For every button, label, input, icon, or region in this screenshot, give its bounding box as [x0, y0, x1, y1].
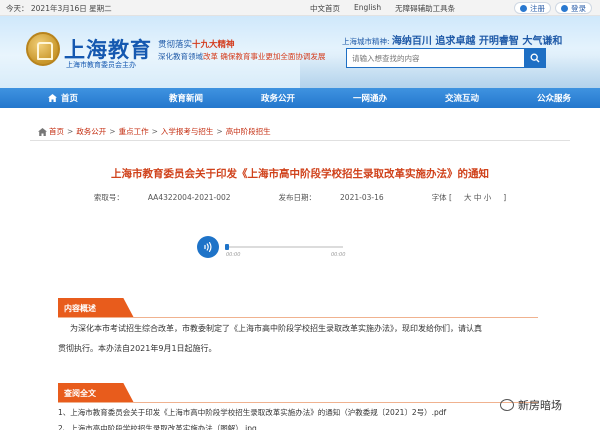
chinese-home-link[interactable]: 中文首页: [310, 3, 340, 14]
accessibility-toolbar-link[interactable]: 无障碍辅助工具条: [395, 3, 455, 14]
nav-item-government-affairs[interactable]: 政务公开: [232, 88, 324, 108]
publish-date-value: 2021-03-16: [340, 193, 384, 202]
breadcrumb-separator: >: [216, 127, 223, 136]
font-size-close: ]: [503, 193, 507, 202]
watermark-text: 新房暗场: [518, 399, 562, 412]
font-size-small[interactable]: 小: [484, 193, 492, 202]
slogan-primary-highlight: 十九大精神: [192, 40, 235, 50]
font-size-large[interactable]: 大: [464, 193, 472, 202]
breadcrumb-high-school-admissions[interactable]: 高中阶段招生: [226, 126, 271, 137]
slogan-primary-text: 贯彻落实: [158, 40, 193, 50]
nav-item-home[interactable]: 首页: [0, 88, 140, 108]
register-button[interactable]: 注册: [514, 2, 551, 14]
attachment-list: 1、上海市教育委员会关于印发《上海市高中阶段学校招生录取改革实施办法》的通知（沪…: [58, 405, 558, 430]
english-link[interactable]: English: [354, 3, 381, 14]
breadcrumb-home[interactable]: 首页: [49, 126, 64, 137]
city-spirit-motto: 上海城市精神: 海纳百川 追求卓越 开明睿智 大气谦和: [342, 32, 562, 47]
nav-item-interaction[interactable]: 交流互动: [416, 88, 508, 108]
audio-player: 00:00 00:00: [197, 236, 349, 258]
nav-item-home-label: 首页: [61, 94, 79, 104]
home-icon: [38, 127, 47, 136]
font-size-label: 字体 [: [431, 193, 452, 202]
audio-play-button[interactable]: [197, 236, 219, 258]
city-spirit-label: 上海城市精神:: [342, 37, 392, 46]
top-links: 中文首页 English 无障碍辅助工具条: [310, 3, 469, 14]
login-button[interactable]: 登录: [555, 2, 592, 14]
login-icon: [561, 4, 568, 12]
site-logo-subtitle: 上海市教育委员会主办: [66, 61, 136, 69]
city-spirit-text: 海纳百川 追求卓越 开明睿智 大气谦和: [391, 36, 563, 47]
index-number-label: 索取号：: [93, 193, 124, 202]
breadcrumb-key-work[interactable]: 重点工作: [119, 126, 149, 137]
wechat-watermark: 新房暗场: [500, 397, 562, 413]
index-number-value: AA4322004-2021-002: [147, 193, 231, 202]
breadcrumb-separator: >: [67, 127, 74, 136]
breadcrumb-separator: >: [151, 127, 158, 136]
auth-buttons: 注册 登录: [510, 2, 592, 14]
user-icon: [520, 4, 527, 12]
slogan-secondary-highlight: 改革 确保教育事业更加全面协调发展: [203, 52, 326, 61]
search-button[interactable]: [524, 48, 546, 68]
site-banner: 上海教育 上海市教育委员会主办 贯彻落实十九大精神 深化教育领域改革 确保教育事…: [0, 16, 600, 88]
slogan-secondary: 深化教育领域改革 确保教育事业更加全面协调发展: [158, 51, 325, 62]
audio-progress-track[interactable]: [225, 246, 343, 248]
home-icon: [48, 94, 57, 102]
top-bar: 今天： 2021年3月16日 星期二 中文首页 English 无障碍辅助工具条…: [0, 0, 600, 16]
article-title: 上海市教育委员会关于印发《上海市高中阶段学校招生录取改革实施办法》的通知: [111, 168, 489, 180]
breadcrumb-admissions[interactable]: 入学报考与招生: [161, 126, 214, 137]
breadcrumb: 首页 > 政务公开 > 重点工作 > 入学报考与招生 > 高中阶段招生: [38, 126, 271, 137]
audio-current-time: 00:00: [226, 252, 241, 258]
slogan-secondary-text: 深化教育领域: [158, 52, 203, 61]
attachment-link-jpg[interactable]: 2、上海市高中阶段学校招生录取改革实施办法（图解）.jpg: [58, 421, 558, 430]
site-search: [346, 48, 546, 68]
audio-progress-handle[interactable]: [225, 244, 229, 250]
summary-heading: 内容概述: [58, 298, 134, 318]
breadcrumb-divider: [30, 140, 570, 141]
audio-total-time: 00:00: [331, 252, 346, 258]
search-icon: [530, 53, 540, 63]
slogan-primary: 贯彻落实十九大精神: [158, 38, 235, 50]
summary-text-line-2: 贯彻执行。本办法自2021年9月1日起施行。: [58, 344, 217, 353]
main-nav: 首页 教育新闻 政务公开 一网通办 交流互动 公众服务: [0, 88, 600, 108]
nav-item-education-news[interactable]: 教育新闻: [140, 88, 232, 108]
article-meta: 索取号： AA4322004-2021-002 发布日期： 2021-03-16 字…: [0, 192, 600, 203]
breadcrumb-separator: >: [109, 127, 116, 136]
publish-date: 发布日期： 2021-03-16: [267, 192, 396, 203]
wechat-icon: [500, 399, 514, 411]
attachment-link-pdf[interactable]: 1、上海市教育委员会关于印发《上海市高中阶段学校招生录取改革实施办法》的通知（沪…: [58, 405, 558, 421]
fulltext-heading: 查阅全文: [58, 383, 134, 403]
register-label: 注册: [530, 3, 545, 13]
speaker-icon: [204, 242, 212, 252]
nav-item-one-stop-service[interactable]: 一网通办: [324, 88, 416, 108]
login-label: 登录: [571, 3, 586, 13]
search-input[interactable]: [346, 48, 524, 68]
index-number: 索取号： AA4322004-2021-002: [82, 192, 243, 203]
font-size-switcher: 字体 [ 大 中 小]: [420, 192, 519, 203]
education-logo-icon[interactable]: [26, 32, 60, 66]
summary-text-line-1: 为深化本市考试招生综合改革，市教委制定了《上海市高中阶段学校招生录取改革实施办法…: [70, 324, 482, 333]
breadcrumb-government-affairs[interactable]: 政务公开: [76, 126, 106, 137]
publish-date-label: 发布日期：: [278, 193, 317, 202]
font-size-medium[interactable]: 中: [474, 193, 482, 202]
fulltext-heading-line: [58, 402, 538, 403]
today-date: 今天： 2021年3月16日 星期二: [6, 4, 112, 13]
nav-item-public-service[interactable]: 公众服务: [508, 88, 600, 108]
summary-heading-line: [58, 317, 538, 318]
